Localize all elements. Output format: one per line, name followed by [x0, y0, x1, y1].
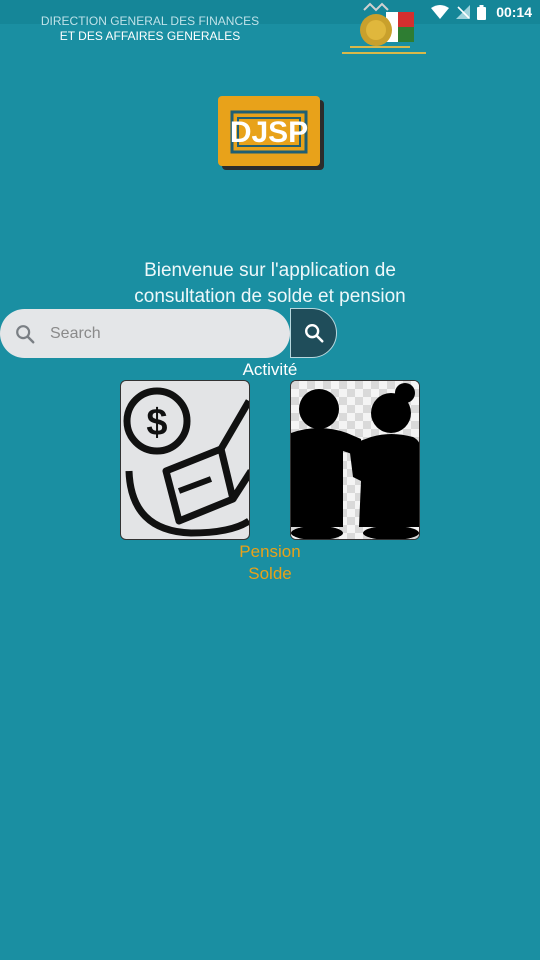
department-line-1: DIRECTION GENERAL DES FINANCES: [40, 14, 260, 28]
clock-time: 00:14: [496, 4, 532, 20]
app-logo: DJSP: [218, 96, 320, 166]
solde-label[interactable]: Solde: [0, 564, 540, 584]
search-icon: [304, 324, 324, 343]
search-icon: [16, 324, 35, 343]
national-emblem-icon: [342, 2, 426, 54]
solde-tile[interactable]: $: [120, 380, 250, 540]
search-input[interactable]: [48, 323, 272, 344]
no-signal-icon: [456, 5, 471, 19]
system-status-icons: 00:14: [431, 3, 532, 21]
djsp-logo-icon: DJSP: [230, 110, 308, 154]
salary-coin-hand-icon: $: [123, 387, 249, 537]
svg-text:$: $: [146, 402, 167, 444]
welcome-line-1: Bienvenue sur l'application de: [144, 260, 396, 281]
search-bar[interactable]: [0, 309, 290, 358]
department-line-2: ET DES AFFAIRES GENERALES: [59, 29, 241, 43]
pension-label[interactable]: Pension: [0, 542, 540, 562]
department-header: DIRECTION GENERAL DES FINANCES ET DES AF…: [20, 14, 280, 44]
pension-tile[interactable]: [290, 380, 420, 540]
welcome-message: Bienvenue sur l'application de consultat…: [0, 258, 540, 310]
welcome-line-2: consultation de solde et pension: [134, 286, 406, 307]
logo-text: DJSP: [230, 116, 308, 149]
elderly-couple-icon: [291, 381, 419, 539]
battery-icon: [477, 4, 487, 20]
search-button[interactable]: [290, 308, 337, 358]
wifi-icon: [431, 5, 450, 19]
section-title: Activité: [242, 360, 298, 379]
